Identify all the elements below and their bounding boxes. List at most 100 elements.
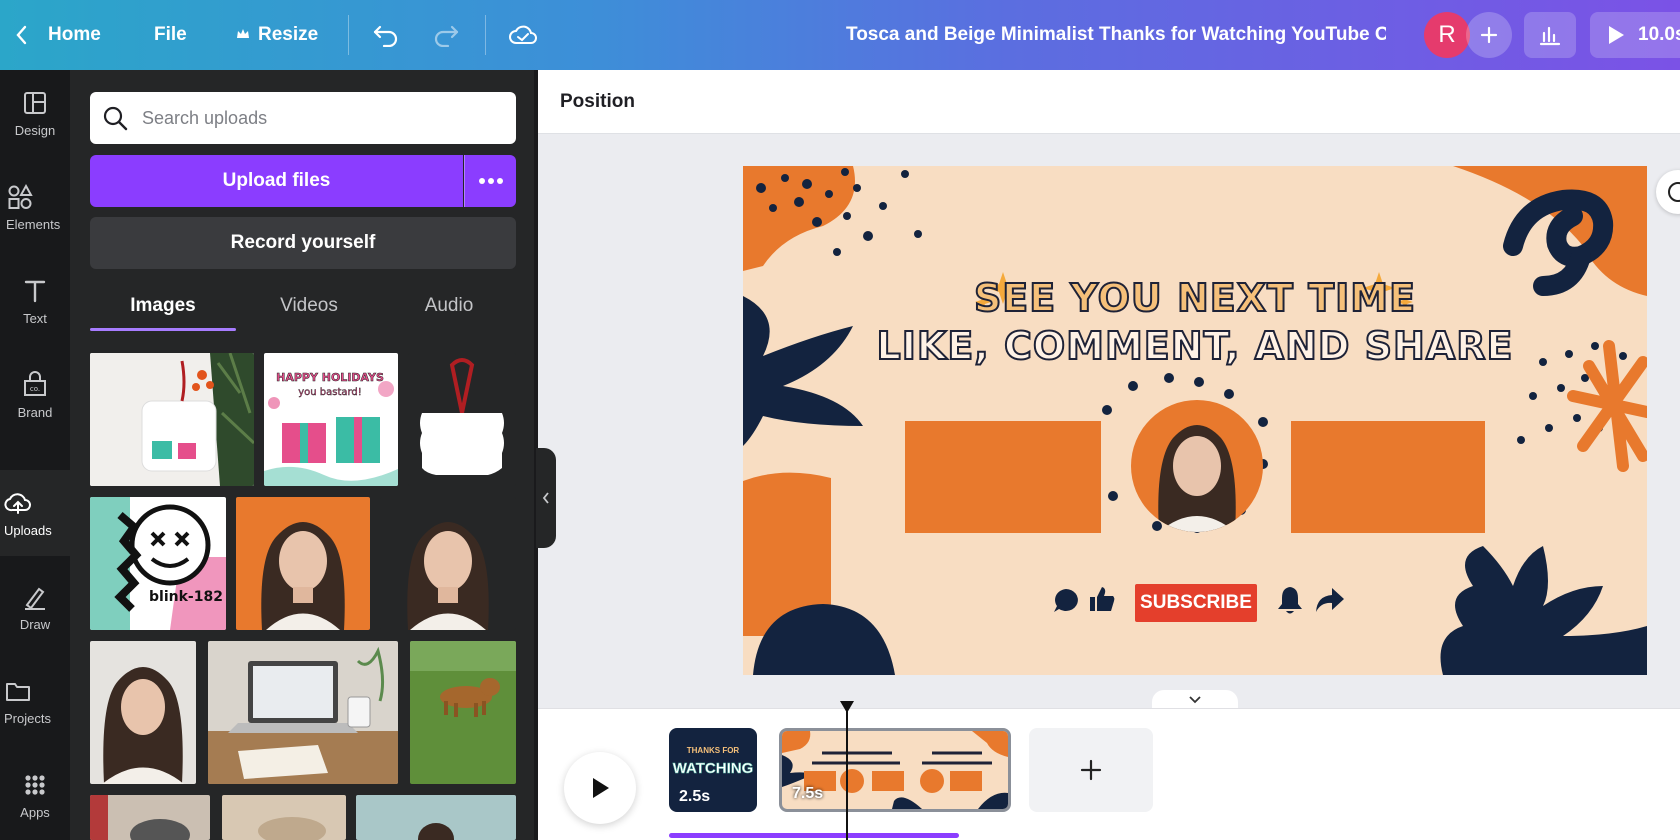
rail-item-uploads[interactable]: Uploads: [0, 470, 70, 556]
crown-icon: [236, 24, 250, 46]
cloud-upload-icon: [4, 492, 31, 514]
bar-chart-icon: [1539, 26, 1561, 46]
upload-more-options-button[interactable]: [464, 155, 516, 207]
position-button[interactable]: Position: [560, 70, 635, 134]
cloud-saved-icon[interactable]: [508, 0, 538, 70]
portrait-photo[interactable]: [1131, 400, 1263, 532]
document-title[interactable]: Tosca and Beige Minimalist Thanks for Wa…: [846, 0, 1386, 70]
play-icon: [1609, 26, 1624, 44]
search-input[interactable]: [142, 107, 502, 129]
placeholder-box-right[interactable]: [1291, 421, 1485, 533]
svg-text:co.: co.: [30, 385, 40, 393]
timeline-progress-bar: [669, 833, 959, 838]
upload-thumbnail[interactable]: blink-182: [90, 497, 226, 630]
upload-thumbnail[interactable]: [356, 795, 516, 840]
back-chevron-icon[interactable]: [14, 0, 30, 70]
brand-icon: co.: [24, 370, 46, 396]
headline-line-2[interactable]: LIKE, COMMENT, AND SHARE: [743, 323, 1647, 369]
playhead-handle[interactable]: [839, 700, 855, 714]
text-icon: [24, 280, 46, 302]
svg-text:you bastard!: you bastard!: [298, 387, 362, 398]
side-rail: Design Elements Text co. Brand Uploads D…: [0, 70, 70, 840]
add-page-button[interactable]: [1029, 728, 1153, 812]
file-menu-button[interactable]: File: [154, 0, 187, 70]
clip-duration: 7.5s: [792, 785, 824, 802]
play-icon: [593, 778, 609, 798]
rail-item-design[interactable]: Design: [0, 70, 70, 156]
divider: [348, 15, 349, 55]
upload-thumbnail[interactable]: [408, 353, 516, 486]
rail-label: Draw: [19, 616, 51, 632]
share-arrow-icon: [1313, 586, 1345, 619]
redo-icon[interactable]: [432, 0, 460, 70]
rail-item-elements[interactable]: Elements: [0, 164, 70, 250]
tab-videos[interactable]: Videos: [236, 280, 382, 332]
divider: [485, 15, 486, 55]
search-icon: [103, 106, 128, 131]
collapse-panel-handle[interactable]: [536, 448, 556, 548]
active-tab-indicator: [90, 328, 236, 331]
rail-item-apps[interactable]: Apps: [0, 752, 70, 838]
tab-audio[interactable]: Audio: [376, 280, 522, 332]
upload-thumbnail[interactable]: [380, 497, 516, 630]
more-dots-icon: [478, 178, 503, 184]
avatar[interactable]: R: [1424, 12, 1470, 58]
folder-icon: [6, 682, 30, 701]
rail-label: Brand: [17, 404, 53, 420]
resize-button[interactable]: Resize: [236, 0, 318, 70]
svg-text:blink-182: blink-182: [149, 589, 223, 605]
record-yourself-button[interactable]: Record yourself: [90, 217, 516, 269]
upload-thumbnail[interactable]: [236, 497, 370, 630]
placeholder-box-left[interactable]: [905, 421, 1101, 533]
timeline-collapse-button[interactable]: [1152, 690, 1238, 710]
timeline-clip-1[interactable]: THANKS FOR WATCHING 2.5s: [669, 728, 757, 812]
upload-thumbnail[interactable]: [222, 795, 346, 840]
timeline-clip-2[interactable]: 7.5s: [779, 728, 1011, 812]
plus-icon: [1480, 26, 1498, 44]
clip-caption-line-2: WATCHING: [672, 760, 754, 778]
rail-label: Text: [23, 310, 47, 326]
rail-item-projects[interactable]: Projects: [0, 658, 70, 744]
rail-label: Apps: [20, 804, 50, 820]
rail-item-text[interactable]: Text: [0, 258, 70, 344]
rail-label: Design: [14, 122, 56, 138]
search-box[interactable]: [90, 92, 516, 144]
plus-icon: [1080, 759, 1102, 781]
insights-button[interactable]: [1524, 12, 1576, 58]
upload-thumbnail[interactable]: [90, 641, 196, 784]
clip-caption-line-1: THANKS FOR: [686, 746, 740, 755]
timeline-play-button[interactable]: [564, 752, 636, 824]
uploads-panel: Upload files Record yourself Images Vide…: [70, 70, 538, 840]
rail-item-brand[interactable]: co. Brand: [0, 352, 70, 438]
comment-add-icon: [1668, 182, 1680, 202]
upload-thumbnail[interactable]: HAPPY HOLIDAYS you bastard!: [264, 353, 398, 486]
upload-thumbnail[interactable]: [410, 641, 516, 784]
upload-thumbnail[interactable]: [208, 641, 398, 784]
chevron-left-icon: [542, 492, 549, 504]
top-bar: Home File Resize Tosca and Beige Minimal…: [0, 0, 1680, 70]
timeline-playhead[interactable]: [846, 702, 848, 840]
svg-text:HAPPY HOLIDAYS: HAPPY HOLIDAYS: [276, 371, 384, 384]
present-play-button[interactable]: 10.0s: [1590, 12, 1680, 58]
design-canvas[interactable]: SEE YOU NEXT TIME LIKE, COMMENT, AND SHA…: [743, 166, 1647, 675]
upload-thumbnail[interactable]: [90, 353, 254, 486]
comment-icon: [1051, 586, 1081, 621]
clip-duration: 2.5s: [679, 788, 711, 805]
home-button[interactable]: Home: [48, 0, 101, 70]
rail-item-draw[interactable]: Draw: [0, 564, 70, 650]
chevron-down-icon: [1189, 696, 1201, 704]
canvas-comment-button[interactable]: [1656, 170, 1680, 214]
undo-icon[interactable]: [372, 0, 400, 70]
play-duration: 10.0s: [1638, 24, 1680, 45]
bell-icon: [1275, 584, 1305, 621]
subscribe-button[interactable]: SUBSCRIBE: [1135, 584, 1257, 622]
headline-line-1[interactable]: SEE YOU NEXT TIME: [743, 275, 1647, 321]
thumbs-up-icon: [1087, 584, 1117, 619]
upload-thumbnail[interactable]: [90, 795, 210, 840]
apps-grid-icon: [25, 774, 45, 795]
rail-label: Uploads: [4, 522, 52, 538]
upload-files-button[interactable]: Upload files: [90, 155, 463, 207]
add-collaborator-button[interactable]: [1466, 12, 1512, 58]
tab-images[interactable]: Images: [90, 280, 236, 332]
shapes-icon: [8, 183, 33, 209]
